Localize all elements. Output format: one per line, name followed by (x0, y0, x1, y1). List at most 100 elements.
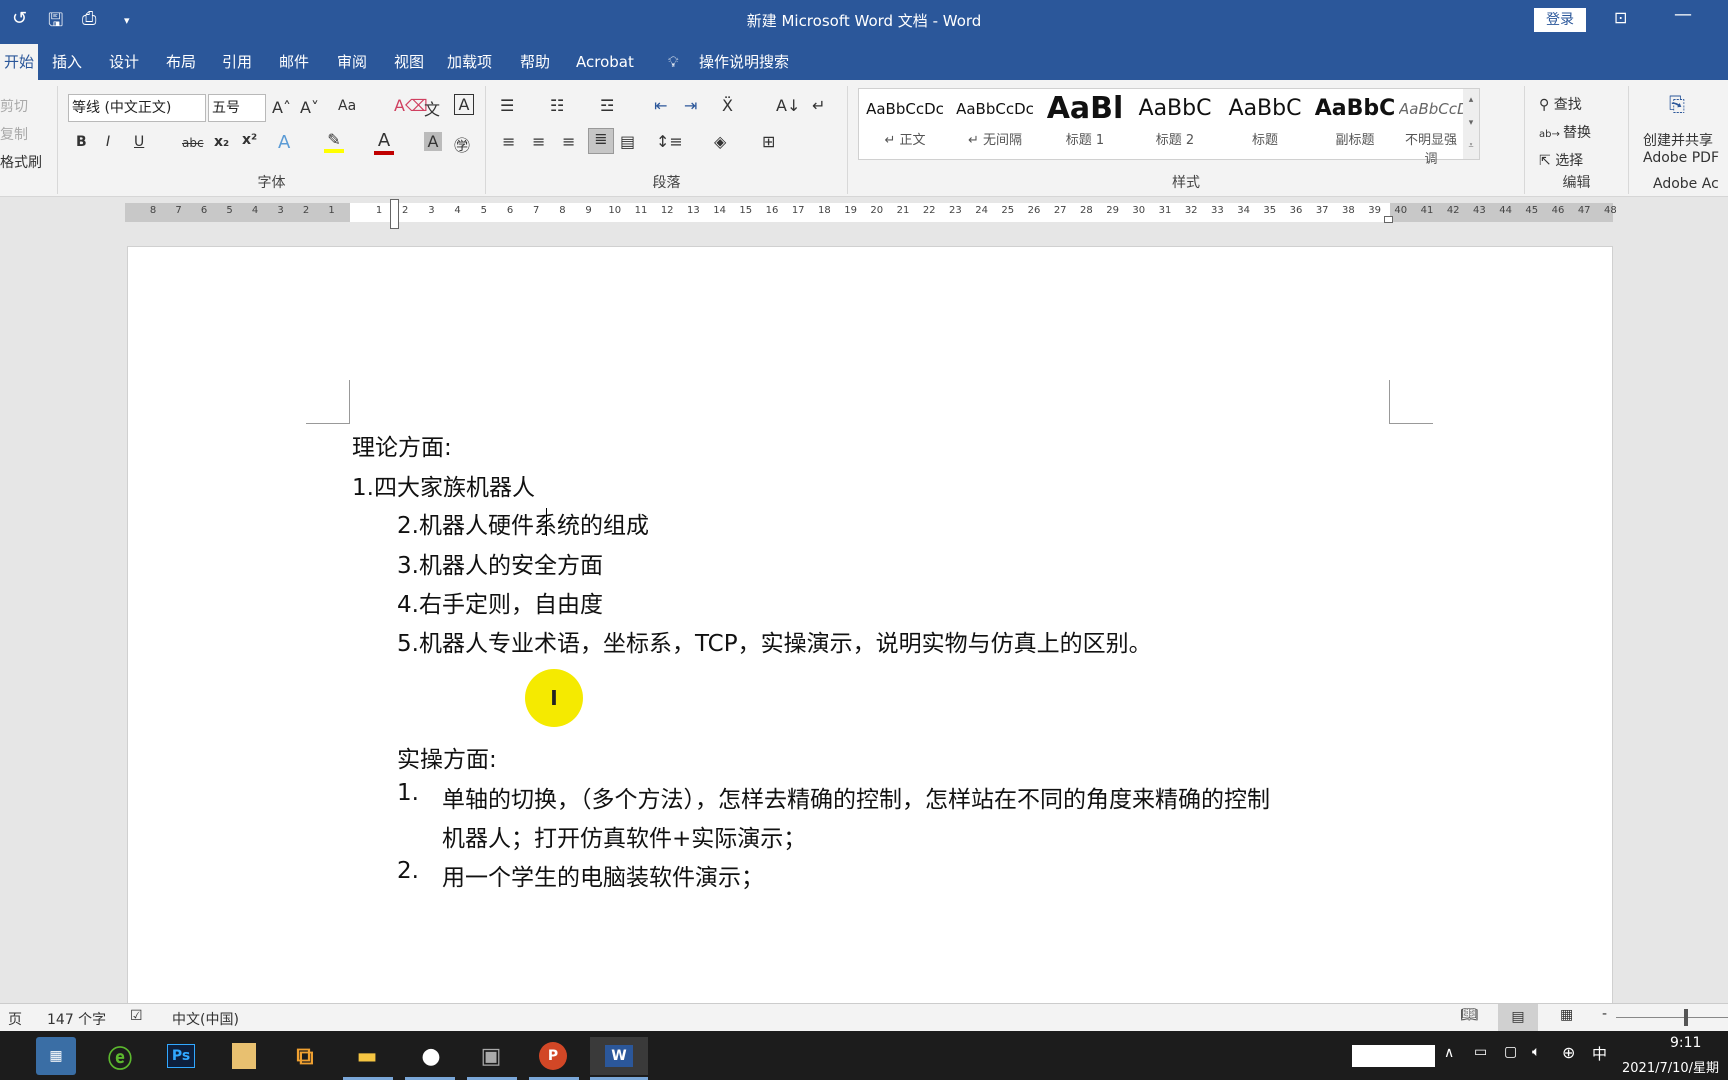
powerpoint-icon[interactable]: P (533, 1037, 573, 1075)
web-layout-icon[interactable]: ▦ (1560, 1007, 1573, 1023)
qq-icon[interactable]: ● (411, 1037, 451, 1075)
tab-insert[interactable]: 插入 (48, 44, 86, 80)
page-count[interactable]: 页 (8, 1009, 22, 1029)
tab-references[interactable]: 引用 (218, 44, 256, 80)
zoom-out-icon[interactable]: - (1602, 1006, 1607, 1022)
find-button[interactable]: ⚲ 查找 (1539, 94, 1582, 114)
change-case-button[interactable]: Aa (338, 98, 356, 114)
character-border-icon[interactable]: A (454, 94, 474, 115)
bold-button[interactable]: B (76, 134, 87, 150)
zoom-slider[interactable] (1616, 1017, 1728, 1018)
copy-button[interactable]: 复制 (0, 124, 28, 144)
tab-view[interactable]: 视图 (390, 44, 428, 80)
tray-expand-icon[interactable]: ∧ (1444, 1045, 1454, 1061)
app-icon[interactable]: ▣ (471, 1037, 511, 1075)
style-subtitle[interactable]: AaBbC 副标题 (1311, 89, 1399, 159)
numbering-icon[interactable]: ☷ (550, 96, 564, 115)
network-icon[interactable]: ▢ (1504, 1044, 1517, 1060)
clock-time[interactable]: 9:11 (1670, 1035, 1701, 1051)
grow-font-icon[interactable]: A˄ (272, 98, 291, 117)
create-share-pdf-button[interactable]: 创建并共享 (1643, 130, 1713, 150)
style-title[interactable]: AaBbC 标题 (1221, 89, 1309, 159)
sort-icon[interactable]: A↓ (776, 96, 800, 115)
increase-indent-icon[interactable]: ⇥ (684, 96, 697, 115)
paint-icon[interactable] (224, 1037, 264, 1075)
word-icon[interactable]: W (590, 1037, 648, 1075)
align-left-icon[interactable]: ≡ (502, 132, 515, 151)
tell-me-search[interactable]: 操作说明搜索 (695, 44, 793, 80)
calculator-icon[interactable]: ▦ (36, 1037, 76, 1075)
superscript-button[interactable]: x² (242, 132, 257, 148)
battery-icon[interactable]: ▭ (1474, 1044, 1487, 1060)
volume-muted-icon[interactable]: 🔈︎ (1532, 1044, 1540, 1060)
tab-home[interactable]: 开始 (0, 44, 39, 80)
borders-icon[interactable]: ⊞ (762, 132, 775, 151)
decrease-indent-icon[interactable]: ⇤ (654, 96, 667, 115)
distributed-icon[interactable]: ▤ (620, 132, 635, 151)
indent-marker[interactable] (390, 199, 399, 229)
justify-icon[interactable]: ≣ (588, 128, 614, 154)
align-center-icon[interactable]: ≡ (532, 132, 545, 151)
style-heading-2[interactable]: AaBbC 标题 2 (1131, 89, 1219, 159)
bullets-icon[interactable]: ☰ (500, 96, 514, 115)
ime-indicator[interactable]: 中 (1592, 1043, 1607, 1064)
tab-mailings[interactable]: 邮件 (275, 44, 313, 80)
line-spacing-icon[interactable]: ↕≡ (656, 132, 683, 151)
ruler-number: 14 (713, 205, 726, 216)
font-name-select[interactable]: 等线 (中文正文) (68, 94, 206, 122)
read-mode-icon[interactable]: 📖︎ (1460, 1007, 1478, 1023)
asian-layout-icon[interactable]: Ẍ (722, 96, 733, 115)
phonetic-guide-icon[interactable]: 文 (424, 96, 440, 120)
text-effects-icon[interactable]: A (278, 132, 290, 153)
cut-button[interactable]: 剪切 (0, 96, 28, 116)
enclose-characters-icon[interactable]: ㊫ (454, 132, 470, 156)
file-explorer-icon[interactable]: ▬ (347, 1037, 387, 1075)
print-layout-icon[interactable]: ▤ (1498, 1004, 1538, 1031)
share-pdf-icon[interactable]: ⎘ (1669, 92, 1685, 116)
tab-addins[interactable]: 加载项 (443, 44, 496, 80)
language-status[interactable]: 中文(中国) (172, 1009, 239, 1029)
globe-icon[interactable]: ⊕ (1562, 1043, 1575, 1062)
taskbar-input-box[interactable] (1352, 1045, 1435, 1067)
select-button[interactable]: ⇱ 选择 (1539, 150, 1583, 170)
tab-design[interactable]: 设计 (105, 44, 143, 80)
show-marks-icon[interactable]: ↵ (812, 96, 825, 115)
align-right-icon[interactable]: ≡ (562, 132, 575, 151)
tab-layout[interactable]: 布局 (162, 44, 200, 80)
style-heading-1[interactable]: AaBl 标题 1 (1041, 89, 1129, 159)
login-button[interactable]: 登录 (1534, 8, 1586, 32)
photoshop-icon[interactable]: Ps (161, 1037, 201, 1075)
subscript-button[interactable]: x₂ (214, 134, 229, 150)
word-count[interactable]: 147 个字 (47, 1009, 106, 1029)
app-icon[interactable]: ⧉ (285, 1037, 325, 1075)
font-color-icon[interactable]: A (374, 130, 394, 155)
character-shading-icon[interactable]: A (424, 132, 442, 151)
minimize-icon[interactable]: — (1674, 4, 1692, 25)
shrink-font-icon[interactable]: A˅ (300, 98, 319, 117)
font-size-select[interactable]: 五号 (208, 94, 266, 122)
tab-acrobat[interactable]: Acrobat (572, 44, 638, 80)
browser-360-icon[interactable]: ⓔ (100, 1037, 140, 1075)
replace-button[interactable]: ab→ 替换 (1539, 122, 1591, 142)
tab-help[interactable]: 帮助 (516, 44, 554, 80)
tab-review[interactable]: 审阅 (333, 44, 371, 80)
zoom-slider-thumb[interactable] (1684, 1009, 1688, 1026)
multilevel-list-icon[interactable]: ☲ (600, 96, 614, 115)
gallery-scroll[interactable]: ▴ ▾ ⩡ (1463, 89, 1479, 159)
editing-group: ⚲ 查找 ab→ 替换 ⇱ 选择 编辑 (1525, 86, 1629, 194)
ribbon-display-icon[interactable]: ⊡ (1614, 8, 1627, 27)
style-no-spacing[interactable]: AaBbCcDc ↵ 无间隔 (951, 89, 1039, 159)
underline-button[interactable]: U (134, 134, 144, 150)
shading-icon[interactable]: ◈ (714, 132, 726, 151)
format-painter-button[interactable]: 格式刷 (0, 152, 42, 172)
style-subtle-emphasis[interactable]: AaBbCcDc 不明显强调 (1399, 89, 1463, 167)
style-normal[interactable]: AaBbCcDc ↵ 正文 (861, 89, 949, 159)
strikethrough-button[interactable]: abc (182, 136, 204, 150)
clock-date[interactable]: 2021/7/10/星期 (1622, 1057, 1719, 1076)
proofing-icon[interactable]: ☑ (130, 1008, 143, 1024)
clear-formatting-icon[interactable]: A⌫ (394, 96, 428, 115)
highlight-icon[interactable]: ✎ (324, 130, 344, 153)
select-label: 选择 (1555, 153, 1584, 169)
right-indent-marker[interactable] (1384, 216, 1393, 223)
italic-button[interactable]: I (106, 134, 110, 150)
